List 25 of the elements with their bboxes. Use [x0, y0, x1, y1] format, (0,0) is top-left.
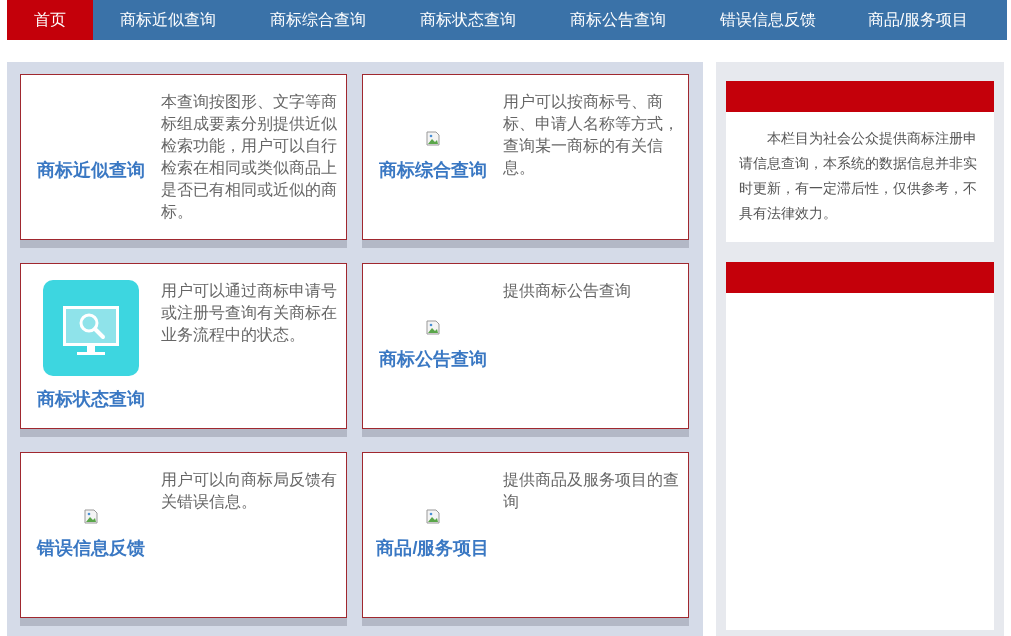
card-title[interactable]: 商标综合查询 — [379, 156, 487, 184]
nav-tab[interactable]: 错误信息反馈 — [693, 0, 843, 40]
card-description: 本查询按图形、文字等商标组成要素分别提供近似检索功能，用户可以自行检索在相同或类似商品上是否已有相同或近似的商标。 — [161, 92, 338, 222]
nav-tab[interactable]: 首页 — [7, 0, 93, 40]
notice-text: 本栏目为社会公众提供商标注册申请信息查询，本系统的数据信息并非实时更新，有一定滞后性，仅供参考，不具有法律效力。 — [738, 129, 979, 223]
card-title[interactable]: 错误信息反馈 — [37, 534, 145, 562]
card-description: 用户可以按商标号、商标、申请人名称等方式，查询某一商标的有关信息。 — [503, 92, 680, 178]
card-title[interactable]: 商品/服务项目 — [376, 534, 490, 562]
card-description: 提供商标公告查询 — [503, 281, 632, 301]
nav-tab[interactable]: 商标公告查询 — [543, 0, 693, 40]
broken-image-icon — [425, 508, 441, 525]
card-title[interactable]: 商标公告查询 — [379, 345, 487, 373]
broken-image-icon — [425, 319, 441, 336]
nav-tab[interactable]: 商标状态查询 — [393, 0, 543, 40]
nav-tab[interactable]: 商标综合查询 — [243, 0, 393, 40]
card-title[interactable]: 商标状态查询 — [37, 385, 145, 413]
nav-tab[interactable]: 商标近似查询 — [93, 0, 243, 40]
card-title[interactable]: 商标近似查询 — [37, 156, 145, 184]
card-description: 提供商品及服务项目的查询 — [503, 470, 680, 512]
monitor-search-icon — [43, 279, 139, 376]
card-description: 用户可以向商标局反馈有关错误信息。 — [161, 470, 338, 512]
broken-image-icon — [425, 130, 441, 147]
nav-tab[interactable]: 商品/服务项目 — [843, 0, 993, 40]
card-description: 用户可以通过商标申请号或注册号查询有关商标在业务流程中的状态。 — [161, 281, 338, 345]
broken-image-icon — [83, 508, 99, 525]
